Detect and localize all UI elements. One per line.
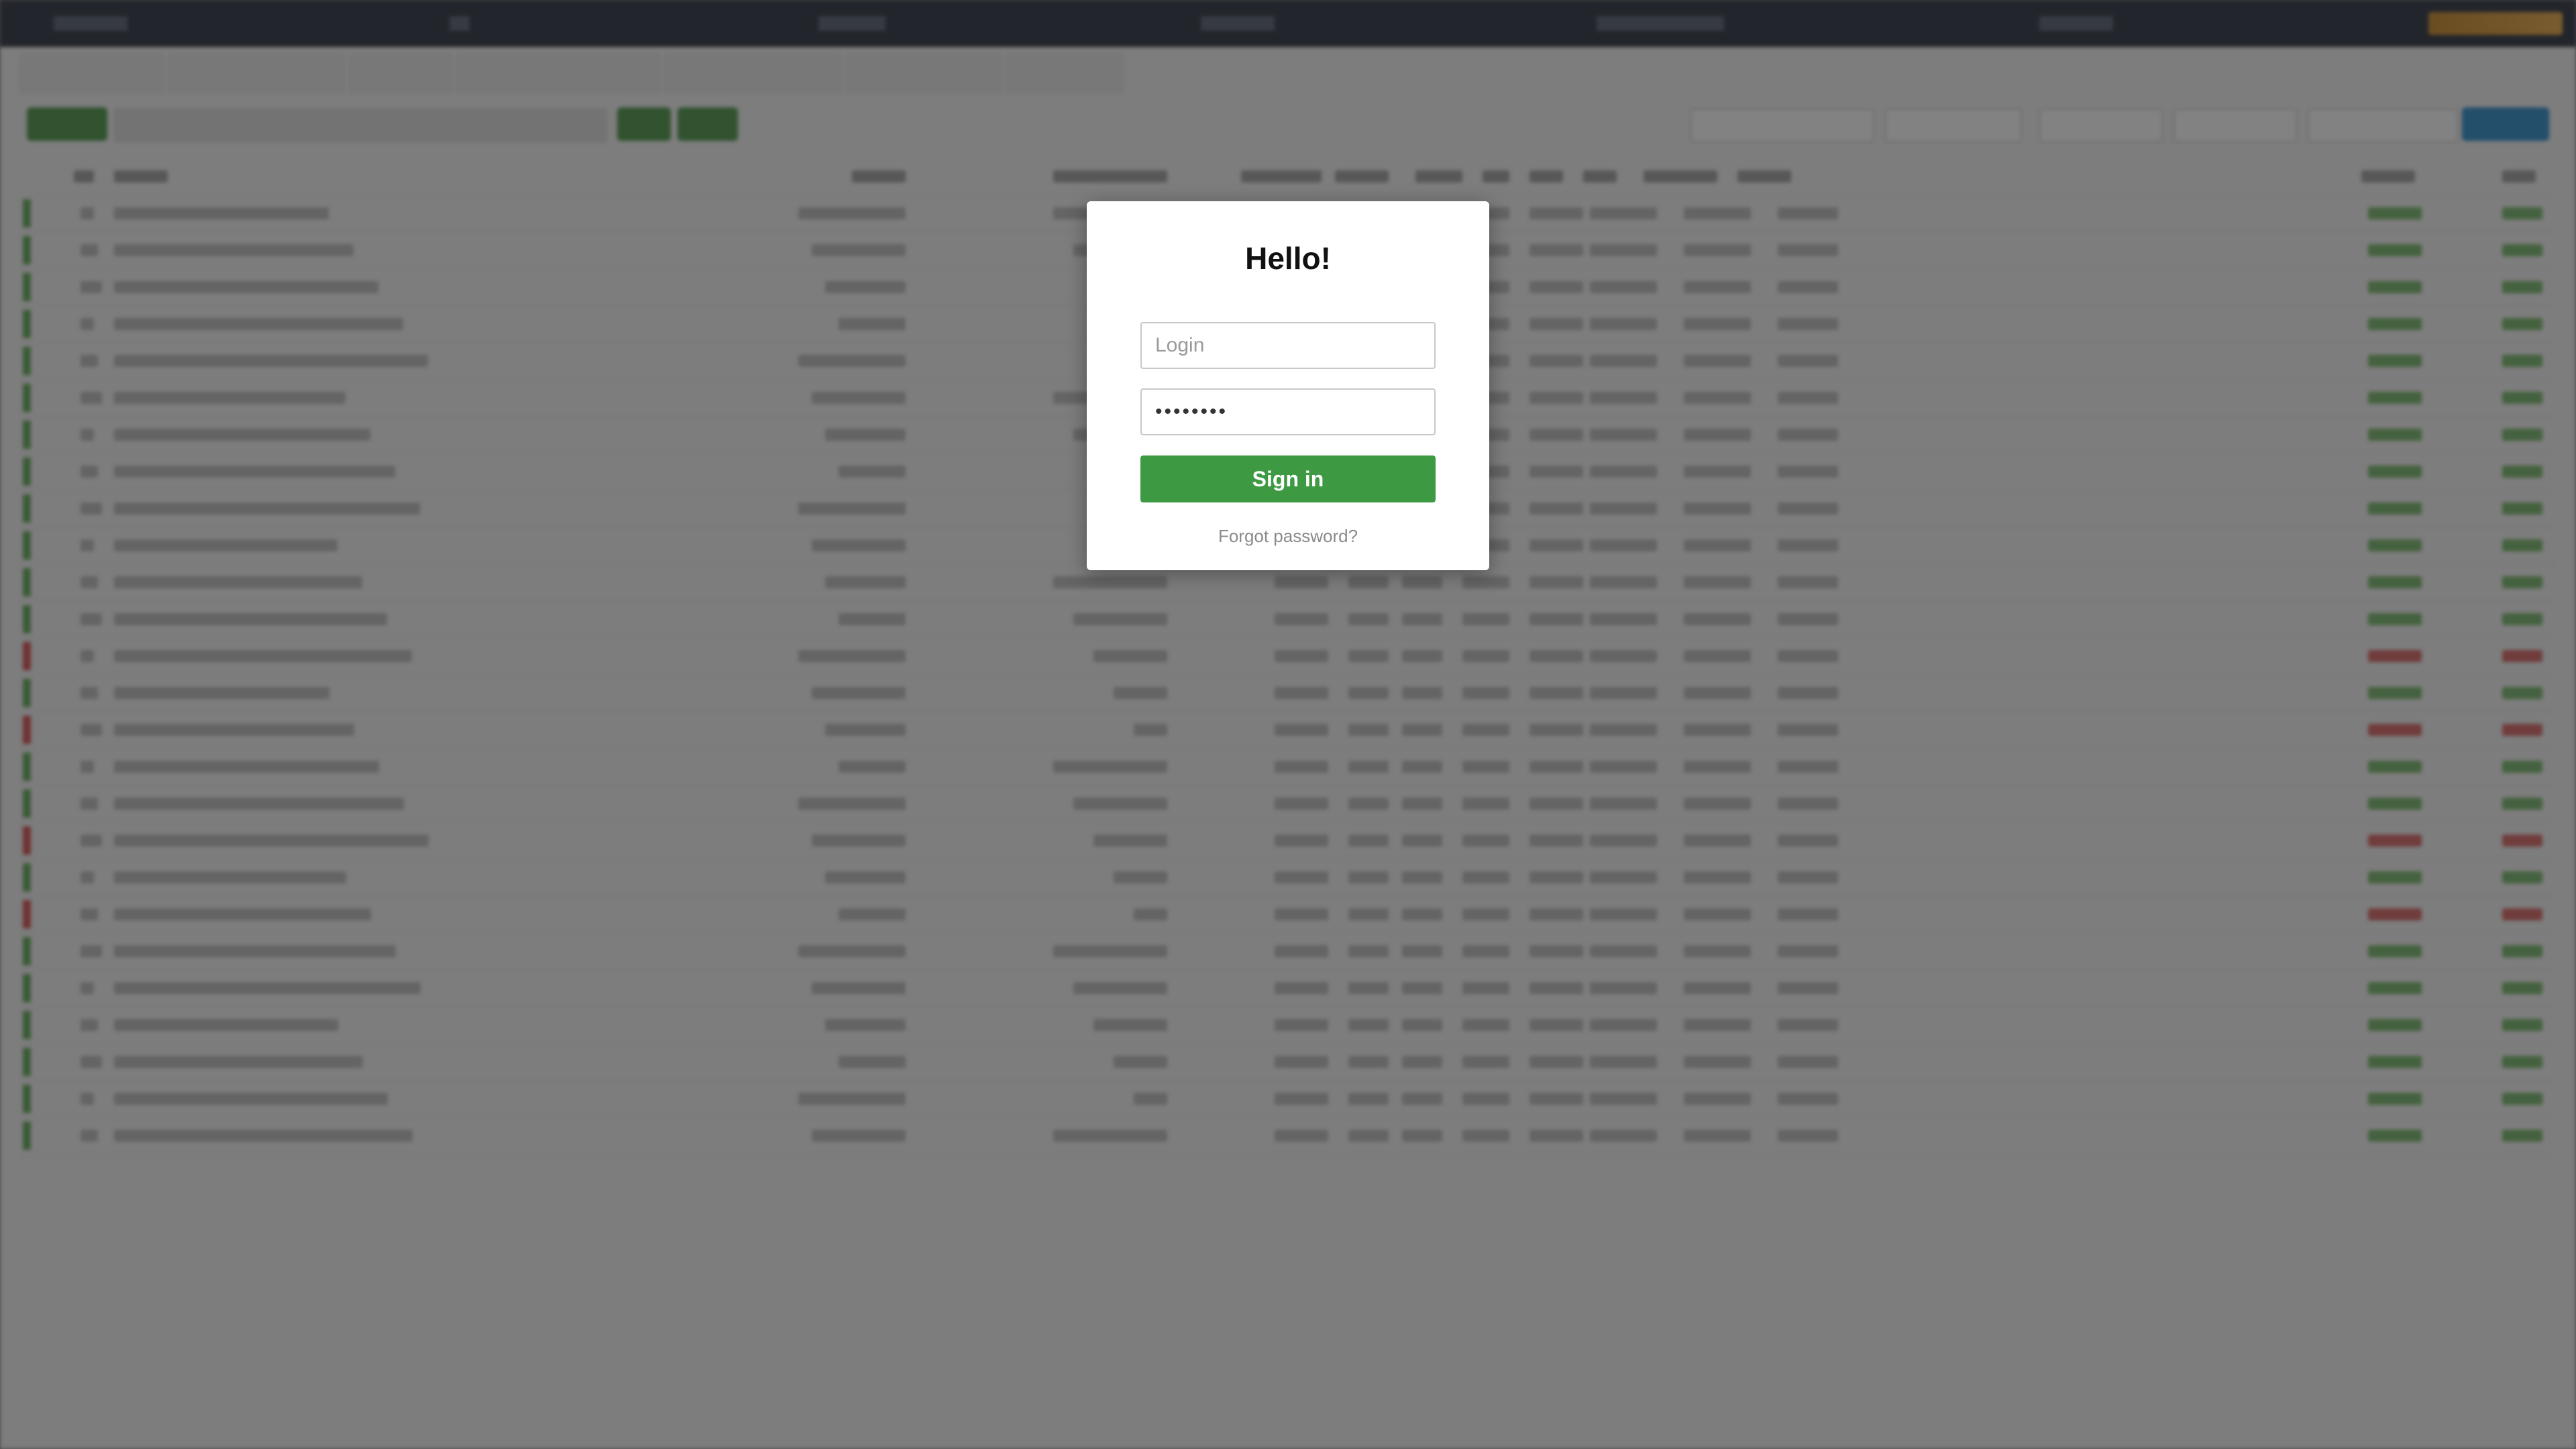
sign-in-button[interactable]: Sign in <box>1140 455 1436 502</box>
login-title: Hello! <box>1245 241 1331 276</box>
login-dialog: Hello! Sign in Forgot password? <box>1087 201 1489 570</box>
forgot-password-link[interactable]: Forgot password? <box>1087 526 1489 547</box>
password-input[interactable] <box>1140 388 1436 435</box>
login-input[interactable] <box>1140 322 1436 369</box>
